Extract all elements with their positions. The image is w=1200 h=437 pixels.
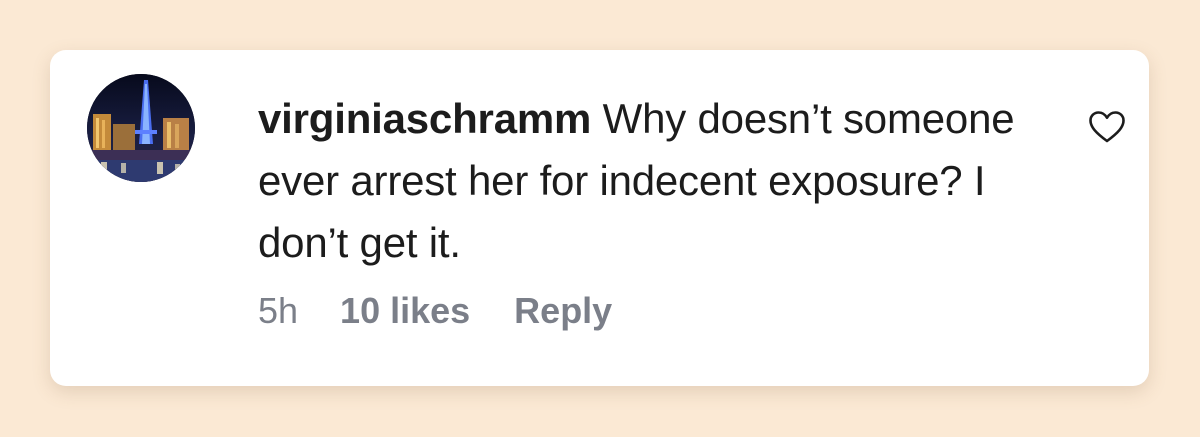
avatar[interactable] [87,74,195,182]
heart-outline-icon[interactable] [1088,110,1126,144]
username-link[interactable]: virginiaschramm [258,95,591,142]
comment-meta: 5h 10 likes Reply [258,290,612,332]
comment-body: virginiaschramm Why doesn’t someone ever… [258,88,1018,274]
comment-card: virginiaschramm Why doesn’t someone ever… [50,50,1149,386]
reply-button[interactable]: Reply [514,290,612,332]
likes-count-button[interactable]: 10 likes [340,290,470,332]
avatar-image [87,74,195,182]
timestamp[interactable]: 5h [258,290,298,332]
